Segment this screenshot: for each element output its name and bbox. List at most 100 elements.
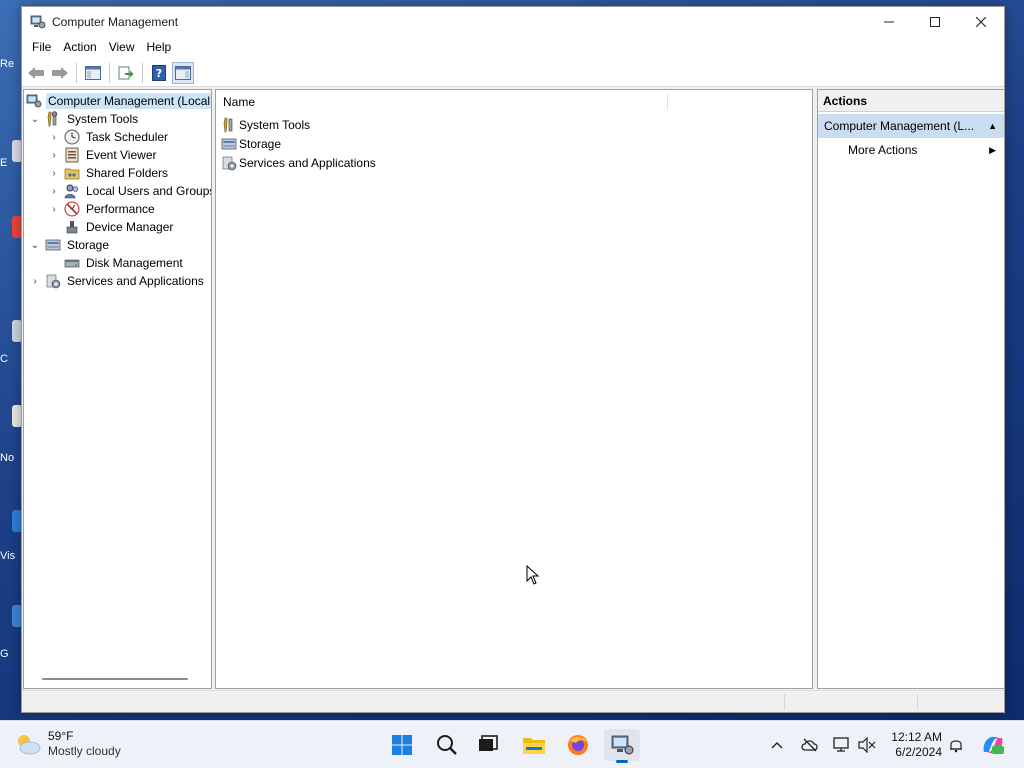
onedrive-button[interactable] [800,735,820,755]
computer-management-icon [26,94,42,108]
weather-temperature: 59°F [48,729,74,743]
status-segment [917,694,918,710]
tree-item-shared-folders[interactable]: › Shared Folders [48,164,170,182]
close-button[interactable] [958,7,1004,36]
desktop-icon-label[interactable]: G [0,648,20,660]
copilot-button[interactable] [980,735,1006,755]
column-header-name[interactable]: Name [216,95,255,109]
tree-item-label: Device Manager [86,220,174,234]
chevron-down-icon[interactable]: ⌄ [29,240,41,251]
menu-action[interactable]: Action [57,36,102,59]
chevron-right-icon[interactable]: › [48,168,60,179]
desktop-icon-label[interactable]: No [0,452,20,464]
device-manager-icon [66,221,78,234]
start-button[interactable] [384,729,420,761]
list-item-system-tools[interactable]: System Tools [221,115,310,134]
chevron-right-icon[interactable]: › [48,132,60,143]
file-explorer-button[interactable] [516,729,552,761]
close-icon [976,16,986,27]
tree-item-computer-management[interactable]: Computer Management (Local [26,92,211,110]
console-tree[interactable]: Computer Management (Local ⌄ System Tool… [23,89,212,689]
event-viewer-icon [65,147,79,163]
tree-item-disk-management[interactable]: Disk Management [48,254,185,272]
desktop-icon-label[interactable]: C [0,353,20,365]
tree-item-label: System Tools [67,112,139,126]
status-segment [784,694,785,710]
volume-button[interactable] [857,735,877,755]
list-item-label: Services and Applications [239,155,376,170]
chevron-right-icon[interactable]: › [48,150,60,161]
minimize-button[interactable] [866,7,912,36]
menu-help[interactable]: Help [141,36,178,59]
tree-item-task-scheduler[interactable]: › Task Scheduler [48,128,170,146]
show-hidden-icons-button[interactable] [767,735,787,755]
computer-management-window: Computer Management File Action View Hel… [21,6,1005,713]
toolbar-separator [76,62,77,83]
chevron-down-icon[interactable]: ⌄ [29,114,41,125]
chevron-right-icon[interactable]: › [48,204,60,215]
tree-item-label: Local Users and Groups [86,184,212,198]
performance-icon [64,201,80,217]
menu-view[interactable]: View [103,36,141,59]
firefox-button[interactable] [560,729,596,761]
actions-header: Actions [818,90,1004,112]
submenu-arrow-icon: ▶ [989,144,996,155]
clock-time: 12:12 AM [891,730,942,744]
status-bar [22,690,1004,712]
tree-item-event-viewer[interactable]: › Event Viewer [48,146,158,164]
collapse-up-icon[interactable]: ▲ [988,121,997,131]
more-actions-label: More Actions [848,143,918,157]
active-app-indicator [616,760,628,763]
export-list-button[interactable] [115,62,137,84]
desktop-icon-label[interactable]: E [0,157,20,169]
tree-item-device-manager[interactable]: Device Manager [48,218,175,236]
results-list[interactable]: Name System Tools Storage Services and A… [215,89,813,689]
tree-item-performance[interactable]: › Performance [48,200,157,218]
storage-icon [221,138,237,149]
tools-icon [223,117,233,132]
maximize-icon [930,16,940,27]
network-button[interactable] [832,735,852,755]
help-button[interactable]: ? [148,62,170,84]
cloud-offline-icon [801,738,818,752]
search-button[interactable] [429,729,465,761]
task-view-button[interactable] [470,729,506,761]
window-title: Computer Management [52,14,179,29]
title-bar[interactable]: Computer Management [22,7,1004,36]
task-view-icon [479,735,498,751]
show-hide-console-tree-button[interactable] [82,62,104,84]
shared-folder-icon [64,168,80,180]
system-clock[interactable]: 12:12 AM 6/2/2024 [884,730,942,760]
show-hide-action-pane-button[interactable] [172,61,194,84]
list-item-storage[interactable]: Storage [221,134,281,153]
more-actions-item[interactable]: More Actions ▶ [818,138,1004,162]
desktop-icon-label[interactable]: Vis [0,550,20,562]
tree-item-storage[interactable]: ⌄ Storage [29,236,111,254]
notifications-button[interactable] [946,735,966,755]
chevron-right-icon[interactable]: › [48,186,60,197]
tree-item-system-tools[interactable]: ⌄ System Tools [29,110,140,128]
tree-item-local-users-and-groups[interactable]: › Local Users and Groups [48,182,212,200]
list-item-services-and-applications[interactable]: Services and Applications [221,153,376,172]
network-icon [833,737,849,752]
volume-muted-icon [858,737,876,753]
bell-icon [950,740,962,753]
show-hide-action-pane-icon [175,65,191,80]
maximize-button[interactable] [912,7,958,36]
tree-item-label: Event Viewer [86,148,157,162]
firefox-icon [568,735,588,755]
desktop-icon-label[interactable]: Re [0,58,20,70]
svg-text:?: ? [156,67,162,80]
tree-item-services-and-applications[interactable]: › Services and Applications [29,272,206,290]
horizontal-scrollbar[interactable] [42,678,188,680]
toolbar: ? [22,59,1004,87]
computer-management-taskbar-button[interactable] [604,729,640,763]
back-button[interactable] [25,62,47,84]
menu-file[interactable]: File [26,36,57,59]
column-divider[interactable] [667,94,668,110]
actions-group-computer-management[interactable]: Computer Management (L... ▲ [818,114,1004,138]
forward-button[interactable] [49,62,71,84]
weather-widget[interactable]: 59°F Mostly cloudy [14,729,121,759]
chevron-right-icon[interactable]: › [29,276,41,287]
tools-icon [47,111,58,127]
